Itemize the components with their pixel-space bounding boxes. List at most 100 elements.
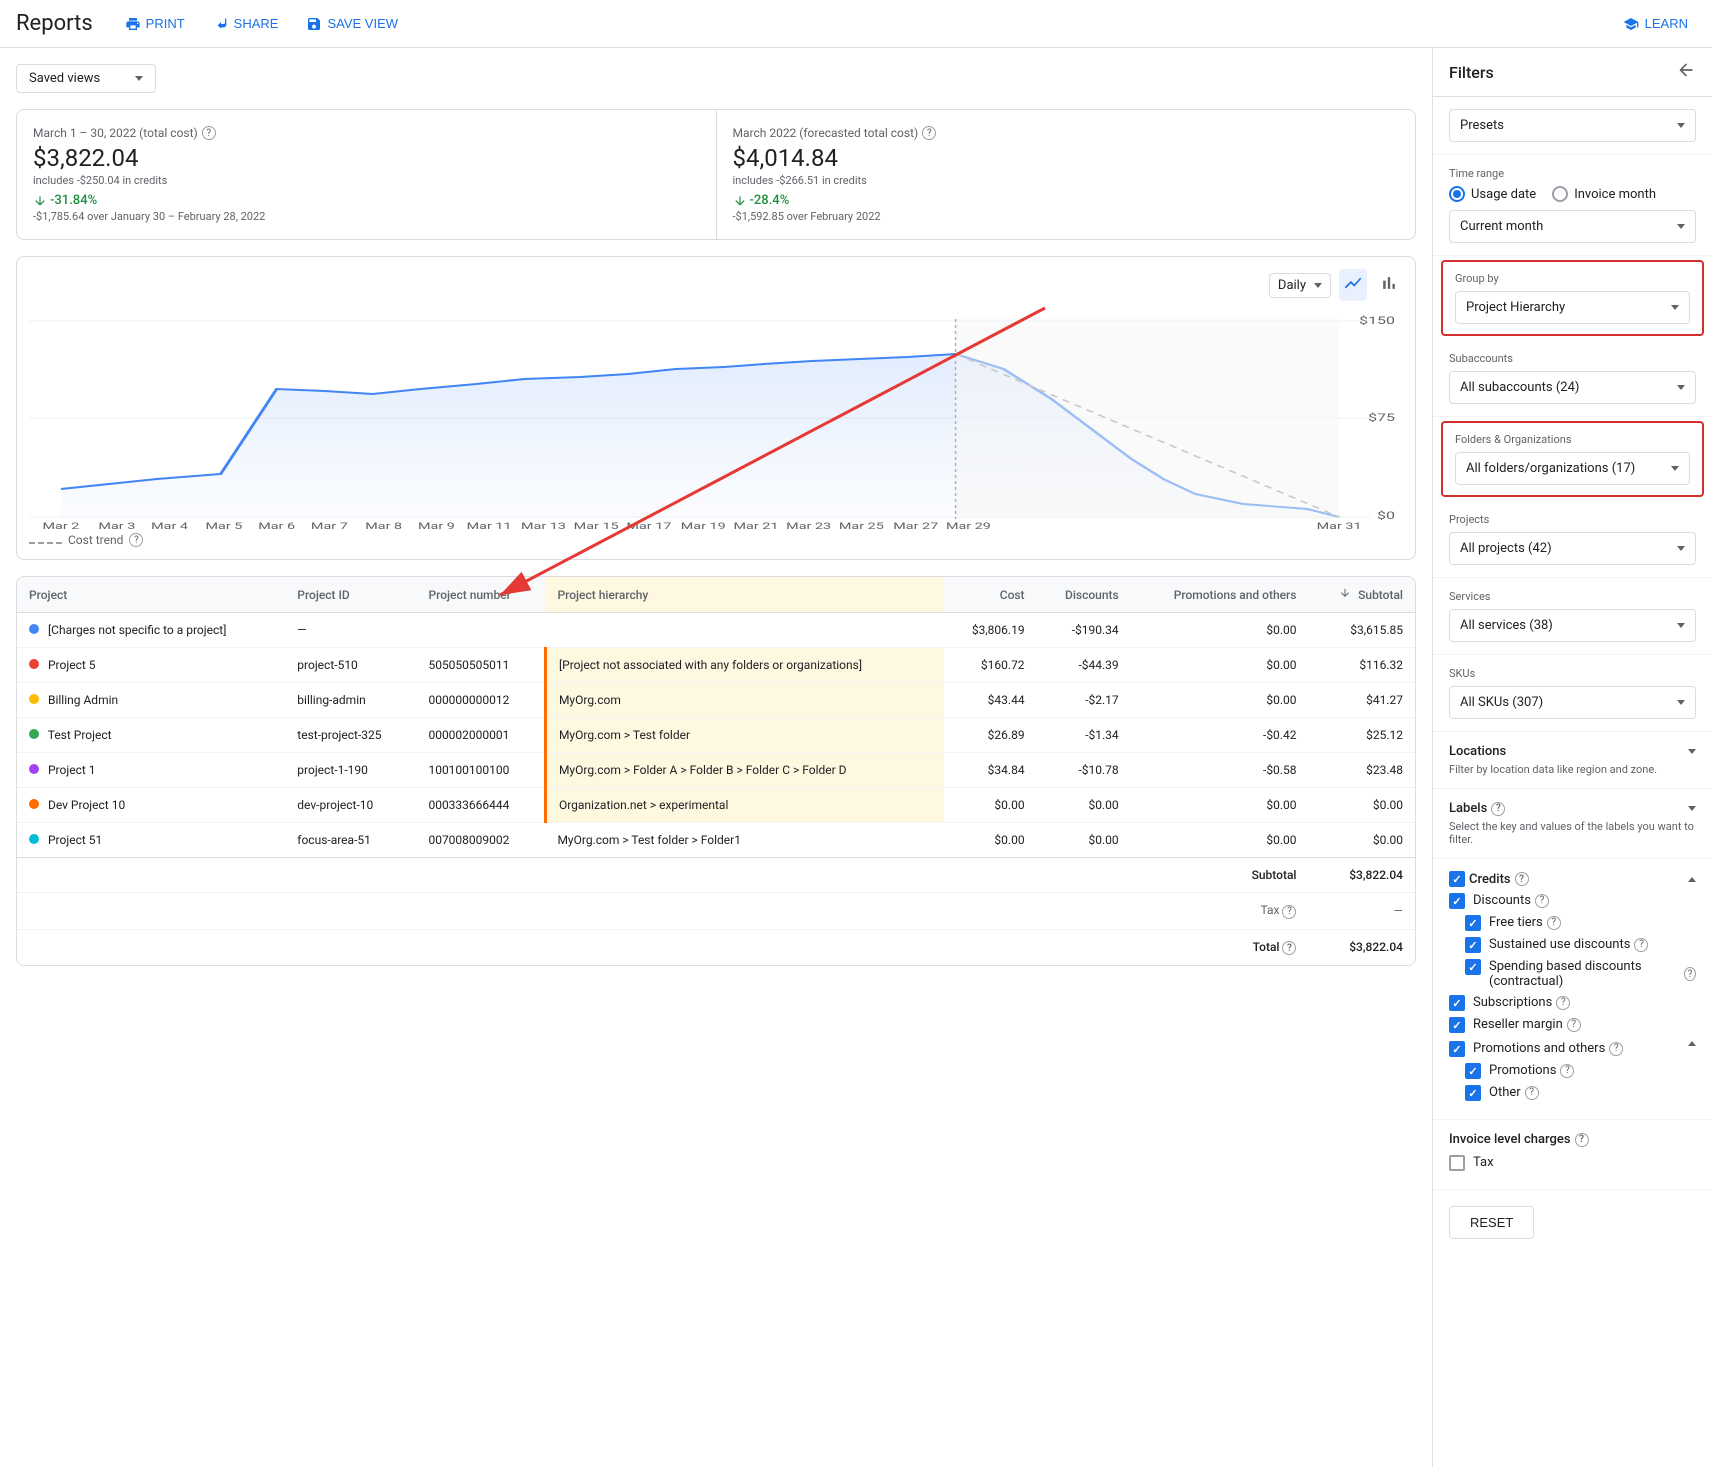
learn-button[interactable]: LEARN — [1615, 12, 1696, 36]
stats-row: March 1 – 30, 2022 (total cost) ? $3,822… — [16, 109, 1416, 240]
save-view-button[interactable]: SAVE VIEW — [298, 12, 406, 36]
tax-label: Tax ? — [17, 893, 1308, 930]
invoice-month-radio-dot — [1552, 186, 1568, 202]
promotions-others-checkbox[interactable]: ✓ — [1449, 1041, 1465, 1057]
sustained-use-item[interactable]: ✓ Sustained use discounts ? — [1465, 937, 1696, 953]
invoice-month-radio[interactable]: Invoice month — [1552, 186, 1656, 202]
skus-dropdown[interactable]: All SKUs (307) — [1449, 686, 1696, 719]
reseller-help[interactable]: ? — [1567, 1018, 1581, 1032]
labels-help-icon[interactable]: ? — [1491, 802, 1505, 816]
filters-collapse-btn[interactable] — [1676, 60, 1696, 84]
free-tiers-help[interactable]: ? — [1547, 916, 1561, 930]
stat1-help-icon[interactable]: ? — [202, 126, 216, 140]
locations-header[interactable]: Locations — [1449, 744, 1696, 759]
presets-dropdown[interactable]: Presets — [1449, 109, 1696, 142]
promotions-checkbox[interactable]: ✓ — [1465, 1063, 1481, 1079]
project-dot — [29, 729, 39, 739]
free-tiers-checkbox[interactable]: ✓ — [1465, 915, 1481, 931]
project-hierarchy-cell: MyOrg.com — [545, 683, 943, 718]
table-row: Test Project test-project-325 0000020000… — [17, 718, 1415, 753]
services-dropdown[interactable]: All services (38) — [1449, 609, 1696, 642]
subscriptions-item[interactable]: ✓ Subscriptions ? — [1449, 995, 1696, 1011]
reset-button[interactable]: RESET — [1449, 1206, 1534, 1239]
svg-text:$150: $150 — [1359, 316, 1395, 327]
page-title: Reports — [16, 11, 93, 36]
sustained-help[interactable]: ? — [1634, 938, 1648, 952]
stat2-help-icon[interactable]: ? — [922, 126, 936, 140]
project-number-cell: 505050505011 — [416, 648, 545, 683]
subscriptions-help[interactable]: ? — [1556, 996, 1570, 1010]
labels-header[interactable]: Labels ? — [1449, 801, 1696, 816]
spending-based-item[interactable]: ✓ Spending based discounts (contractual)… — [1465, 959, 1696, 989]
credits-checkbox[interactable]: ✓ — [1449, 871, 1465, 887]
other-checkbox[interactable]: ✓ — [1465, 1085, 1481, 1101]
invoice-tax-checkbox[interactable] — [1449, 1155, 1465, 1171]
bar-chart-btn[interactable] — [1375, 269, 1403, 301]
col-project-number: Project number — [416, 577, 545, 613]
services-section: Services All services (38) — [1433, 578, 1712, 655]
free-tiers-item[interactable]: ✓ Free tiers ? — [1465, 915, 1696, 931]
spending-help[interactable]: ? — [1684, 967, 1696, 981]
credits-header[interactable]: ✓ Credits ? — [1449, 871, 1696, 887]
spending-based-checkbox[interactable]: ✓ — [1465, 959, 1481, 975]
total-help-icon[interactable]: ? — [1282, 941, 1296, 955]
promotions-others-item[interactable]: ✓ Promotions and others ? — [1449, 1041, 1696, 1057]
granularity-select[interactable]: Daily — [1269, 273, 1331, 298]
svg-text:Mar 11: Mar 11 — [467, 521, 512, 529]
credits-help-icon[interactable]: ? — [1515, 872, 1529, 886]
locations-chevron — [1688, 749, 1696, 754]
line-chart-icon — [1343, 273, 1363, 293]
promotions-item[interactable]: ✓ Promotions ? — [1465, 1063, 1696, 1079]
current-month-dropdown[interactable]: Current month — [1449, 210, 1696, 243]
svg-text:Mar 25: Mar 25 — [839, 521, 884, 529]
reseller-margin-checkbox[interactable]: ✓ — [1449, 1017, 1465, 1033]
cost-trend-dash — [29, 537, 62, 544]
promotions-sub-help[interactable]: ? — [1560, 1064, 1574, 1078]
folders-orgs-section: Folders & Organizations All folders/orga… — [1441, 421, 1704, 497]
subscriptions-checkbox[interactable]: ✓ — [1449, 995, 1465, 1011]
group-by-dropdown[interactable]: Project Hierarchy — [1455, 291, 1690, 324]
subtotal-cell: $0.00 — [1308, 823, 1415, 858]
other-item[interactable]: ✓ Other ? — [1465, 1085, 1696, 1101]
saved-views-select[interactable]: Saved views — [16, 64, 156, 93]
stat-change-sub-1: -$1,785.64 over January 30 – February 28… — [33, 210, 700, 223]
content-area: Saved views March 1 – 30, 2022 (total co… — [0, 48, 1432, 1467]
chart-area: $150 $75 $0 — [29, 309, 1403, 529]
learn-label: LEARN — [1645, 16, 1688, 31]
invoice-tax-item[interactable]: Tax — [1449, 1155, 1696, 1171]
tax-help-icon[interactable]: ? — [1282, 905, 1296, 919]
discounts-cell: -$1.34 — [1037, 718, 1131, 753]
promotions-cell: $0.00 — [1131, 613, 1309, 648]
svg-text:Mar 13: Mar 13 — [521, 521, 566, 529]
discounts-help-icon[interactable]: ? — [1535, 894, 1549, 908]
folders-orgs-chevron — [1671, 466, 1679, 471]
print-label: PRINT — [146, 16, 185, 31]
svg-text:Mar 2: Mar 2 — [43, 521, 80, 529]
folders-orgs-value: All folders/organizations (17) — [1466, 461, 1635, 476]
invoice-help-icon[interactable]: ? — [1575, 1133, 1589, 1147]
presets-chevron — [1677, 123, 1685, 128]
skus-chevron — [1677, 700, 1685, 705]
discounts-checkbox[interactable]: ✓ — [1449, 893, 1465, 909]
line-chart-btn[interactable] — [1339, 269, 1367, 301]
sustained-use-checkbox[interactable]: ✓ — [1465, 937, 1481, 953]
other-help[interactable]: ? — [1525, 1086, 1539, 1100]
promotions-chevron — [1688, 1041, 1696, 1046]
skus-title: SKUs — [1449, 667, 1696, 680]
cost-trend-help[interactable]: ? — [129, 533, 143, 547]
promotions-help[interactable]: ? — [1609, 1042, 1623, 1056]
subaccounts-dropdown[interactable]: All subaccounts (24) — [1449, 371, 1696, 404]
projects-dropdown[interactable]: All projects (42) — [1449, 532, 1696, 565]
projects-section: Projects All projects (42) — [1433, 501, 1712, 578]
print-button[interactable]: PRINT — [117, 12, 193, 36]
reseller-margin-item[interactable]: ✓ Reseller margin ? — [1449, 1017, 1696, 1033]
chart-controls: Daily — [29, 269, 1403, 301]
share-button[interactable]: SHARE — [205, 12, 287, 36]
project-id-cell: dev-project-10 — [285, 788, 416, 823]
discounts-checkbox-item[interactable]: ✓ Discounts ? — [1449, 893, 1696, 909]
folders-orgs-dropdown[interactable]: All folders/organizations (17) — [1455, 452, 1690, 485]
usage-date-radio[interactable]: Usage date — [1449, 186, 1536, 202]
project-hierarchy-cell: MyOrg.com > Folder A > Folder B > Folder… — [545, 753, 943, 788]
table-row: Dev Project 10 dev-project-10 0003336664… — [17, 788, 1415, 823]
project-cell: Project 51 — [17, 823, 285, 858]
